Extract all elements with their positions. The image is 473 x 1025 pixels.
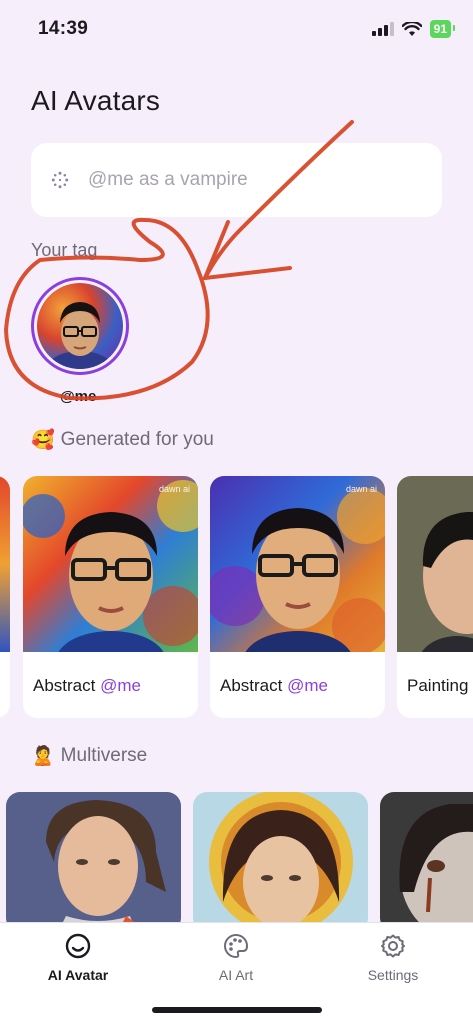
generated-card-3[interactable]: Painting [397,476,473,718]
card-style: Painting [407,676,469,695]
smiling-face-hearts-icon: 🥰 [31,430,55,451]
multiverse-art-image [380,792,473,932]
generated-card-2[interactable]: dawn ai Abstract @me [210,476,385,718]
card-label: Painting [407,676,468,696]
generated-title: Generated for you [60,429,214,450]
gear-icon [381,934,405,958]
tab-ai-avatar[interactable]: AI Avatar [13,933,143,983]
wifi-icon [401,21,422,36]
tab-settings[interactable]: Settings [328,933,458,983]
card-style: Abstract [220,676,283,695]
tab-label: AI Avatar [47,967,109,983]
tab-ai-art[interactable]: AI Art [171,933,301,983]
multiverse-art-image [6,792,181,932]
card-partial-left[interactable] [0,476,10,718]
watermark: dawn ai [158,484,190,494]
status-time: 14:39 [38,18,89,39]
annotation-arrow-circle [4,120,354,401]
multiverse-card-3[interactable] [380,792,473,932]
status-icons: 91 [371,20,456,38]
avatar-art-image: dawn ai [23,476,198,652]
home-indicator [152,1007,322,1013]
multiverse-section-title: 🙎 Multiverse [31,744,147,768]
card-tag: @me [100,676,141,695]
signal-icon [371,22,394,36]
card-tag: @me [287,676,328,695]
card-label: Abstract @me [33,676,141,696]
multiverse-card-2[interactable] [193,792,368,932]
multiverse-card-1[interactable] [6,792,181,932]
generated-section-title: 🥰 Generated for you [31,428,214,452]
status-bar: 14:39 91 [0,0,473,60]
card-label: Abstract @me [220,676,328,696]
tab-label: Settings [367,967,419,983]
card-style: Abstract [33,676,96,695]
tab-bar: AI Avatar AI Art Settings [0,922,473,1025]
palette-icon [224,933,249,959]
multiverse-title: Multiverse [60,745,148,766]
tab-label: AI Art [218,967,254,983]
multiverse-art-image [193,792,368,932]
battery-icon: 91 [429,20,456,38]
person-pouting-icon: 🙎 [31,746,55,767]
smile-icon [65,933,91,959]
avatar-art-image: dawn ai [210,476,385,652]
avatar-art-image [397,476,473,652]
watermark: dawn ai [345,484,377,494]
generated-card-1[interactable]: dawn ai Abstract @me [23,476,198,718]
